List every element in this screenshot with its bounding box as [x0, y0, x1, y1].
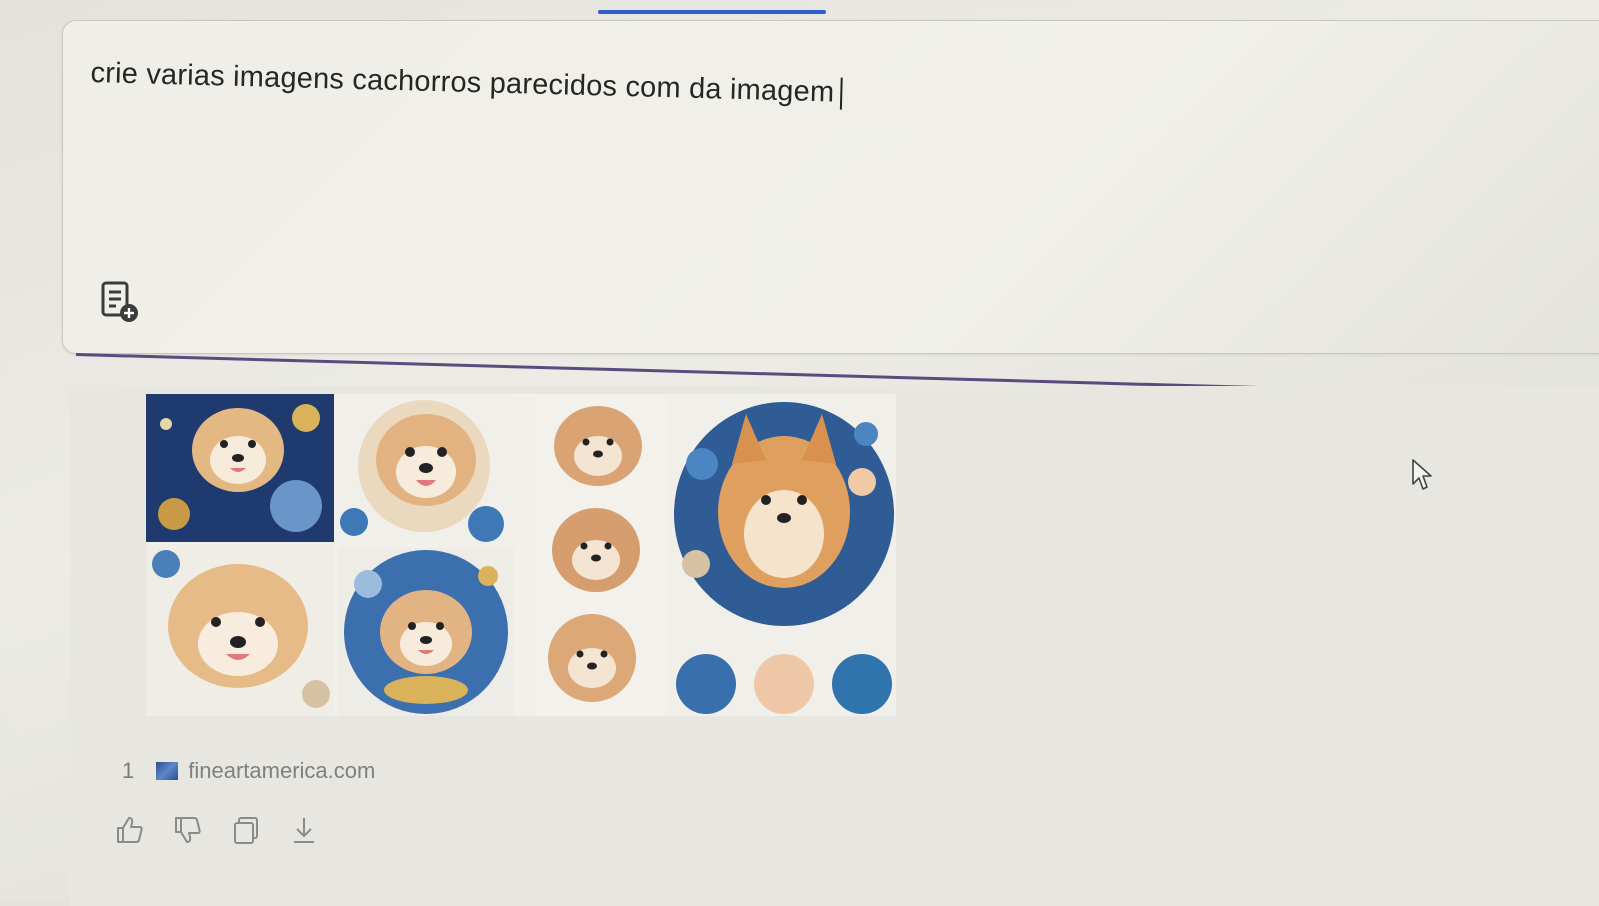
thumbs-down-icon[interactable]	[172, 814, 204, 846]
generated-image[interactable]	[146, 394, 896, 716]
image-tile-5	[146, 544, 334, 716]
assistant-response: 1 fineartamerica.com	[70, 386, 1599, 906]
source-citation: 1 fineartamerica.com	[122, 758, 375, 784]
image-tile-4	[666, 394, 896, 716]
copy-icon[interactable]	[230, 814, 262, 846]
active-tab-indicator	[598, 10, 826, 14]
source-link[interactable]: fineartamerica.com	[188, 758, 375, 784]
text-caret	[839, 77, 843, 111]
image-tile-1	[146, 394, 334, 542]
image-icon	[156, 762, 179, 780]
source-index: 1	[122, 758, 135, 783]
mouse-cursor-icon	[1410, 458, 1436, 492]
response-actions	[114, 814, 320, 846]
prompt-text[interactable]: crie varias imagens cachorros parecidos …	[90, 57, 843, 111]
image-tile-2	[336, 394, 514, 544]
prompt-text-value: crie varias imagens cachorros parecidos …	[90, 57, 835, 109]
prompt-input-box[interactable]: crie varias imagens cachorros parecidos …	[62, 20, 1599, 354]
thumbs-up-icon[interactable]	[114, 814, 146, 846]
image-tile-3	[536, 394, 666, 716]
download-icon[interactable]	[288, 814, 320, 846]
document-add-icon[interactable]	[101, 281, 141, 325]
image-tile-6	[338, 548, 514, 716]
